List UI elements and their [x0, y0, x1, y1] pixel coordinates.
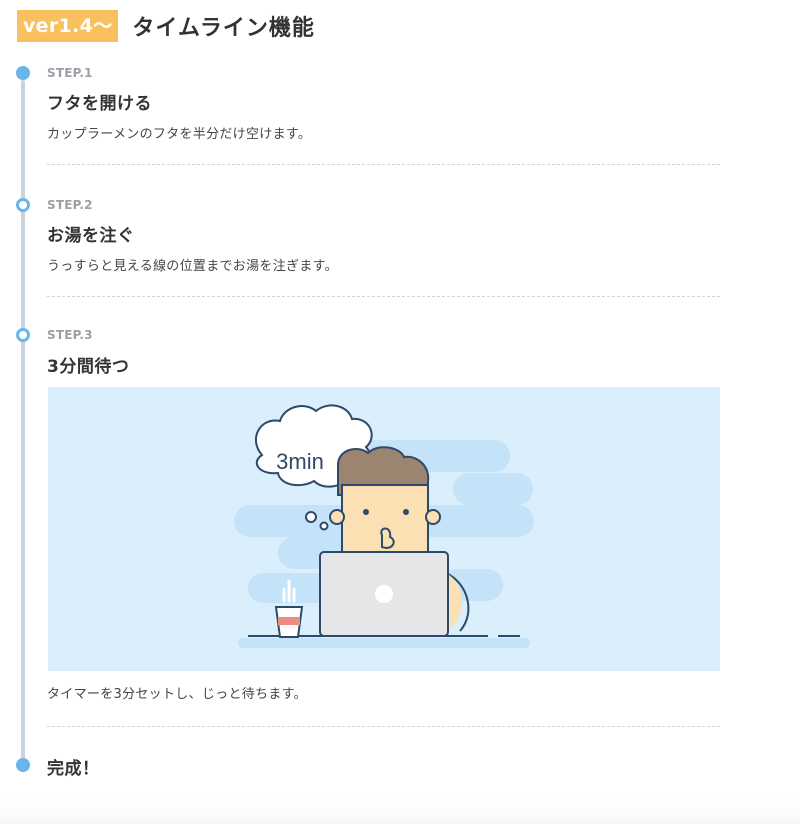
page-bottom: [0, 797, 800, 824]
step2-label: STEP.2: [47, 198, 93, 212]
step2-divider: [47, 296, 720, 297]
timeline-dot-final: [16, 758, 30, 772]
timeline-dot-step2: [16, 198, 30, 212]
final-title: 完成！: [47, 759, 100, 779]
waiting-illustration: 3min: [48, 387, 720, 671]
step2-title: お湯を注ぐ: [47, 226, 135, 246]
timeline-dot-step3: [16, 328, 30, 342]
step3-title: 3分間待つ: [47, 357, 130, 377]
section-header: ver1.4〜 タイムライン機能: [17, 10, 315, 42]
page-title: タイムライン機能: [132, 16, 315, 41]
step2-description: うっすらと見える線の位置までお湯を注ぎます。: [47, 259, 338, 274]
timeline-line: [21, 80, 25, 764]
step3-divider: [47, 726, 720, 727]
step3-description: タイマーを3分セットし、じっと待ちます。: [47, 687, 307, 702]
bubble-text: 3min: [276, 449, 324, 474]
version-badge: ver1.4〜: [17, 10, 119, 42]
step1-divider: [47, 164, 720, 165]
timeline-dot-step1: [16, 66, 30, 80]
step1-title: フタを開ける: [47, 94, 152, 114]
step3-label: STEP.3: [47, 328, 93, 342]
step1-description: カップラーメンのフタを半分だけ空けます。: [47, 127, 312, 142]
step1-label: STEP.1: [47, 66, 93, 80]
